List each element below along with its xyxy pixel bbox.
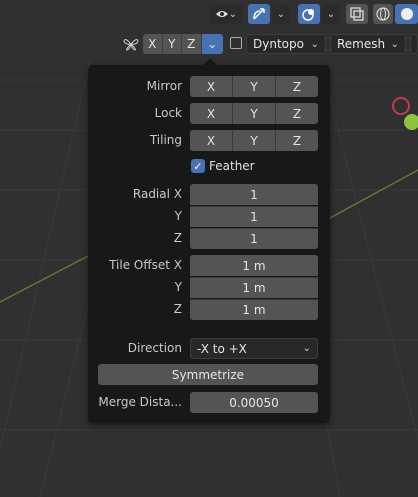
lock-y-button[interactable]: Y	[233, 103, 276, 124]
popover-pointer	[203, 58, 217, 65]
tiling-label: Tiling	[149, 133, 182, 147]
tiling-z-button[interactable]: Z	[276, 130, 318, 151]
chevron-down-icon: ⌄	[302, 343, 311, 354]
tile-offset-x-label: Tile Offset X	[109, 258, 182, 272]
direction-label: Direction	[127, 341, 182, 355]
overlay-toggle[interactable]	[298, 4, 320, 24]
tile-offset-y-label: Y	[174, 280, 182, 294]
feather-toggle[interactable]: ✓ Feather	[191, 159, 255, 173]
overlay-dropdown[interactable]: ⌄	[322, 4, 340, 24]
mirror-x-button[interactable]: X	[190, 76, 233, 97]
feather-checkbox[interactable]: ✓	[191, 159, 205, 173]
solid-shading-button[interactable]	[395, 4, 418, 24]
wireframe-sphere-icon	[376, 7, 390, 21]
tile-offset-y-field[interactable]: 1 m	[190, 277, 318, 298]
symmetry-x-toggle[interactable]: X	[143, 34, 163, 54]
feather-label: Feather	[209, 159, 255, 173]
symmetry-z-toggle[interactable]: Z	[182, 34, 202, 54]
direction-value: -X to +X	[197, 341, 247, 356]
symmetry-y-toggle[interactable]: Y	[162, 34, 183, 54]
tile-offset-z-field[interactable]: 1 m	[190, 299, 318, 320]
xray-toggle[interactable]	[346, 4, 368, 24]
mirror-label: Mirror	[146, 79, 182, 93]
direction-dropdown[interactable]: -X to +X ⌄	[190, 338, 318, 359]
xray-squares-icon	[350, 7, 364, 21]
tiling-x-button[interactable]: X	[190, 130, 233, 151]
gizmo-arrows-icon	[253, 8, 265, 20]
lock-axis-buttons: X Y Z	[190, 103, 318, 124]
checkmark-icon: ✓	[193, 159, 203, 173]
radial-x-label: Radial X	[132, 187, 182, 201]
chevron-down-icon: ⌄	[310, 38, 319, 50]
radial-z-label: Z	[173, 231, 182, 245]
navigation-gizmo[interactable]	[390, 95, 418, 135]
mirror-z-button[interactable]: Z	[276, 76, 318, 97]
lock-label: Lock	[154, 106, 182, 120]
remesh-dropdown[interactable]: Remesh ⌄	[330, 34, 406, 54]
gizmo-toggle[interactable]	[248, 4, 270, 24]
tile-offset-x-field[interactable]: 1 m	[190, 255, 318, 276]
merge-distance-field[interactable]: 0.00050	[190, 392, 318, 413]
symmetry-axis-toggles: X Y Z ⌄	[143, 34, 223, 54]
eye-arrow-icon	[215, 11, 228, 17]
dyntopo-label: Dyntopo	[253, 37, 304, 51]
solid-sphere-icon	[400, 8, 413, 20]
overlay-circles-icon	[302, 9, 314, 21]
merge-distance-label: Merge Dista...	[98, 395, 182, 409]
tiling-axis-buttons: X Y Z	[190, 130, 318, 151]
symmetry-butterfly-icon	[123, 39, 139, 51]
chevron-down-icon: ⌄	[276, 8, 286, 20]
visibility-dropdown[interactable]: ⌄	[209, 4, 243, 24]
wireframe-shading-button[interactable]	[373, 4, 393, 24]
remesh-label: Remesh	[337, 37, 386, 51]
lock-z-button[interactable]: Z	[276, 103, 318, 124]
radial-x-field[interactable]: 1	[190, 184, 318, 205]
more-dropdown[interactable]	[410, 34, 418, 54]
mirror-y-button[interactable]: Y	[233, 76, 276, 97]
chevron-down-icon: ⌄	[326, 8, 336, 20]
dyntopo-dropdown[interactable]: Dyntopo ⌄	[246, 34, 326, 54]
tile-offset-z-label: Z	[173, 302, 182, 316]
lock-x-button[interactable]: X	[190, 103, 233, 124]
radial-y-field[interactable]: 1	[190, 206, 318, 227]
radial-y-label: Y	[174, 209, 182, 223]
gizmo-dropdown[interactable]: ⌄	[272, 4, 290, 24]
tiling-y-button[interactable]: Y	[233, 130, 276, 151]
chevron-down-icon: ⌄	[228, 8, 238, 20]
chevron-down-icon: ⌄	[207, 37, 218, 51]
symmetrize-button[interactable]: Symmetrize	[98, 364, 318, 385]
radial-z-field[interactable]: 1	[190, 228, 318, 249]
dyntopo-checkbox[interactable]	[230, 37, 242, 49]
chevron-down-icon: ⌄	[390, 38, 399, 50]
symmetry-options-dropdown[interactable]: ⌄	[201, 34, 223, 54]
mirror-axis-buttons: X Y Z	[190, 76, 318, 97]
